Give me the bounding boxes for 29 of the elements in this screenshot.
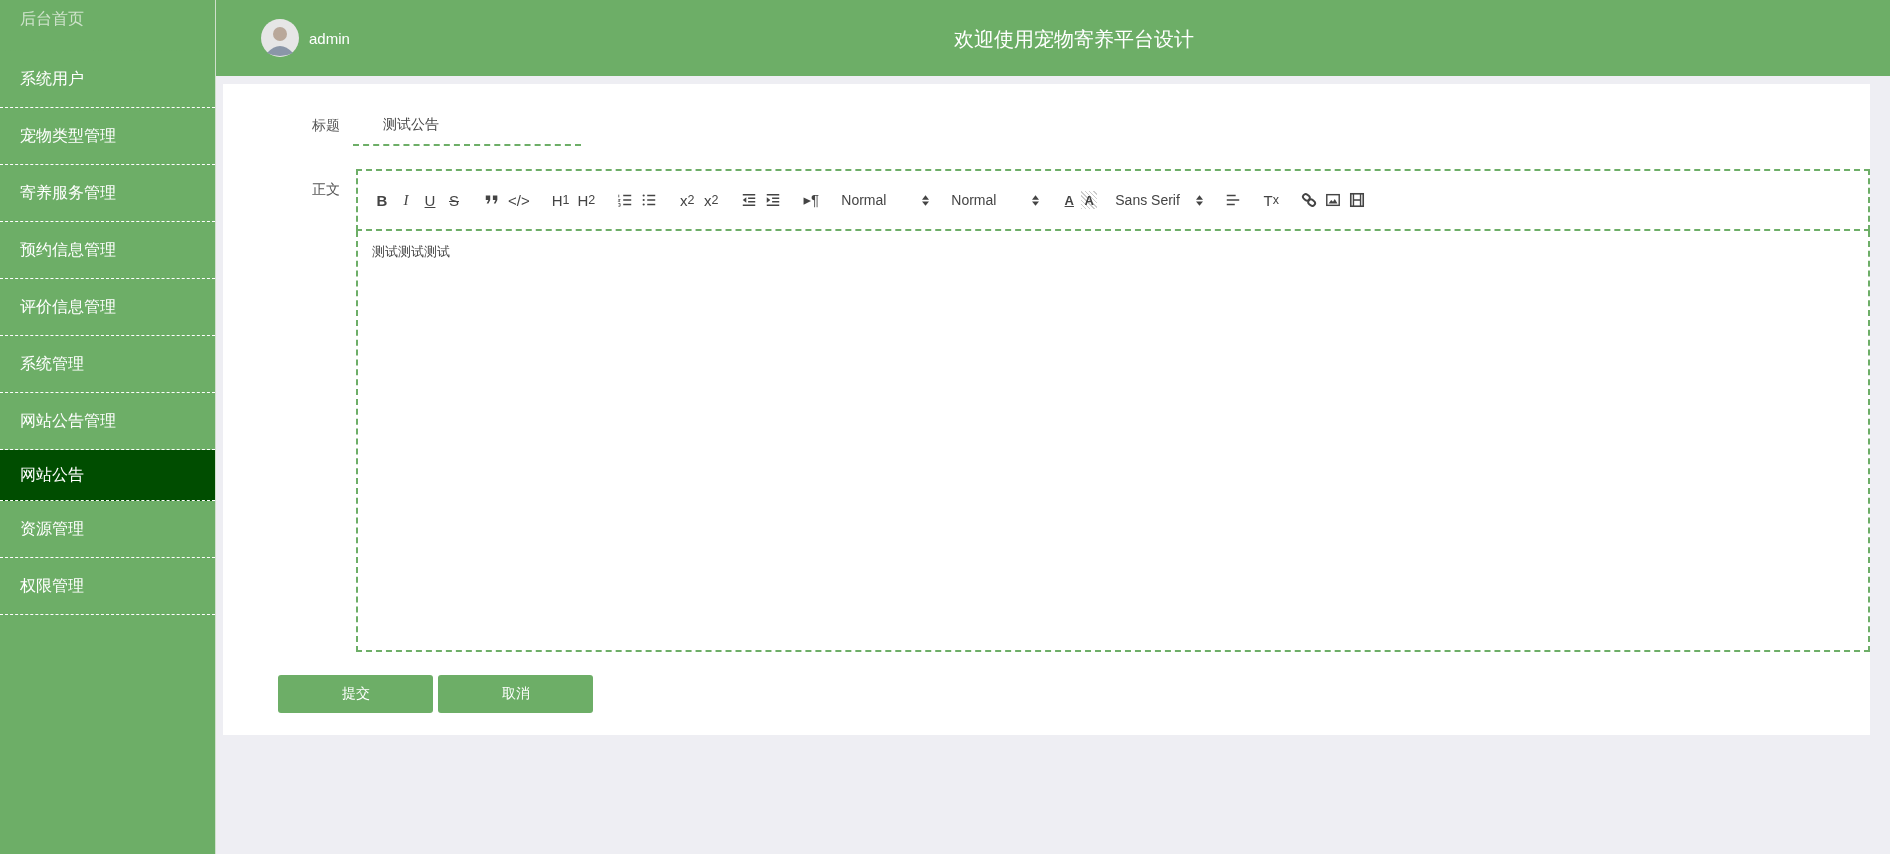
text-color-button[interactable]: A [1057, 188, 1082, 212]
dropdown[interactable]: Normal [837, 188, 934, 212]
sidebar-item[interactable]: 网站公告 [0, 450, 215, 501]
indent-icon[interactable] [765, 192, 782, 208]
numbered-list-icon[interactable] [617, 192, 634, 208]
dropdown[interactable]: Normal [947, 188, 1044, 212]
format-button[interactable]: </> [504, 188, 534, 212]
format-button[interactable]: ▸¶ [799, 188, 824, 212]
sort-arrows-icon [1032, 194, 1040, 206]
field-label: 正文 [312, 181, 341, 199]
page-title: 欢迎使用宠物寄养平台设计 [953, 27, 1194, 52]
image-icon[interactable] [1325, 192, 1342, 208]
bold-button[interactable]: B [370, 188, 394, 212]
dropdown[interactable]: Sans Serif [1111, 188, 1208, 212]
strikethrough-button[interactable]: S [442, 188, 466, 212]
bullet-list-icon[interactable] [641, 192, 658, 208]
editor-body[interactable]: 测试测试测试 [356, 231, 1870, 652]
link-icon[interactable] [1301, 192, 1318, 208]
background-color-button[interactable]: A [1081, 191, 1098, 209]
underline-button[interactable]: U [418, 188, 442, 212]
film-icon[interactable] [1349, 192, 1366, 208]
field-label: 标题 [312, 117, 341, 135]
italic-button[interactable]: I [394, 188, 418, 212]
sort-arrows-icon [922, 194, 930, 206]
align-icon[interactable] [1225, 192, 1242, 208]
sort-arrows-icon [1196, 194, 1204, 206]
avatar [261, 19, 299, 57]
username: admin [309, 29, 350, 47]
outdent-icon[interactable] [741, 192, 758, 208]
